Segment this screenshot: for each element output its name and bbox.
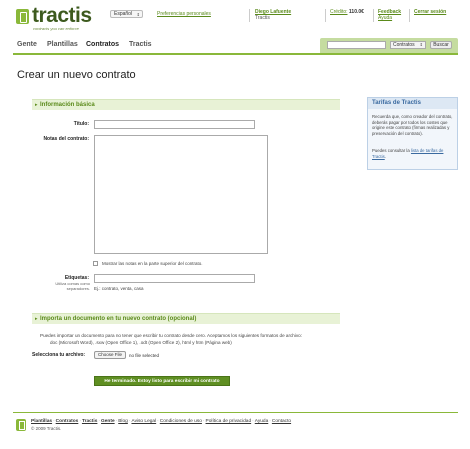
chevron-updown-icon: ⇕: [419, 42, 423, 47]
notes-textarea[interactable]: [94, 135, 268, 254]
search-input[interactable]: [327, 41, 386, 49]
import-description: Puedes importar un documento para no ten…: [40, 332, 340, 346]
search-scope-select[interactable]: Contratos ⇕: [390, 41, 426, 49]
import-section-header: ▸ Importa un documento en tu nuevo contr…: [32, 313, 340, 324]
nav-divider: [13, 53, 458, 55]
language-select[interactable]: Español ⇕: [110, 10, 143, 18]
nav-contratos[interactable]: Contratos: [86, 41, 119, 48]
footer-link-ayuda[interactable]: Ayuda: [255, 419, 269, 424]
footer-divider: [13, 412, 458, 413]
pricing-sidebar-text2: Puedes consultar la lista de tarifas de …: [372, 148, 454, 159]
title-input[interactable]: [94, 120, 255, 129]
nav-tractis[interactable]: Tractis: [129, 41, 152, 48]
footer-link-blog[interactable]: Blog: [118, 419, 128, 424]
tags-hint: Utiliza comas como separadores.: [55, 281, 90, 291]
footer-link-contacto[interactable]: Contacto: [272, 419, 291, 424]
chevron-updown-icon: ⇕: [136, 12, 140, 17]
triangle-right-icon: ▸: [35, 316, 38, 322]
pricing-text-prefix: Puedes consultar la: [372, 148, 410, 153]
choose-file-button[interactable]: Choose File: [94, 351, 126, 359]
header-divider: [409, 9, 410, 22]
logo-tagline: contracts you can enforce: [33, 26, 79, 31]
tractis-logo-icon[interactable]: [16, 419, 26, 431]
nav-gente[interactable]: Gente: [17, 41, 37, 48]
nav-plantillas[interactable]: Plantillas: [47, 41, 78, 48]
footer-link-contratos[interactable]: Contratos: [56, 419, 79, 424]
copyright: © 2009 Tractis.: [31, 426, 62, 431]
footer-link-privacidad[interactable]: Política de privacidad: [206, 419, 252, 424]
basic-info-section-header: ▸ Información básica: [32, 99, 340, 110]
preferences-link[interactable]: Preferencias personales: [157, 11, 211, 17]
show-notes-label: Mostrar las notas en la parte superior d…: [102, 261, 203, 266]
import-description-line2: doc (Microsoft Word), .sxw (Open Office …: [50, 340, 232, 345]
pricing-sidebar-text: Recuerda que, como creador del contrato,…: [372, 114, 453, 136]
credit-display: Crédito: 110.0€: [330, 9, 364, 15]
footer-link-condiciones[interactable]: Condiciones de uso: [160, 419, 202, 424]
no-file-status: no file selected: [129, 353, 160, 358]
import-description-line1: Puedes importar un documento para no ten…: [40, 333, 302, 338]
basic-info-section-title: Información básica: [40, 102, 95, 108]
logout-link[interactable]: Cerrar sesión: [414, 9, 446, 15]
logo-text[interactable]: tractis: [32, 4, 92, 28]
help-link[interactable]: Ayuda: [378, 15, 392, 21]
credit-value: 110.0€: [348, 9, 364, 15]
footer-link-gente[interactable]: Gente: [101, 419, 115, 424]
search-scope-value: Contratos: [393, 42, 415, 48]
tags-input[interactable]: [94, 274, 255, 283]
tags-example: Ej.: contrato, venta, casa: [94, 286, 144, 291]
footer-link-plantillas[interactable]: Plantillas: [31, 419, 52, 424]
import-section-title: Importa un documento en tu nuevo contrat…: [40, 316, 197, 322]
pricing-sidebar-title: Tarifas de Tractis: [372, 100, 421, 106]
footer-links: Plantillas·Contratos·Tractis·Gente·Blog·…: [31, 419, 292, 424]
submit-button[interactable]: He terminado. Estoy listo para escribir …: [94, 376, 230, 386]
show-notes-checkbox[interactable]: [93, 261, 98, 266]
triangle-right-icon: ▸: [35, 102, 38, 108]
page-title: Crear un nuevo contrato: [17, 69, 136, 81]
user-organization: Tractis: [255, 15, 270, 21]
credit-link[interactable]: Crédito:: [330, 9, 348, 15]
header-divider: [325, 9, 326, 22]
footer-link-aviso-legal[interactable]: Aviso Legal: [131, 419, 156, 424]
notes-label: Notas del contrato:: [43, 136, 89, 142]
tractis-logo-icon[interactable]: [16, 9, 29, 24]
file-label: Selecciona tu archivo:: [32, 352, 86, 358]
pricing-text-suffix: .: [384, 153, 386, 159]
footer-link-tractis[interactable]: Tractis: [82, 419, 97, 424]
header-divider: [373, 9, 374, 22]
search-button[interactable]: Buscar: [430, 41, 452, 49]
title-label: Título:: [73, 121, 89, 127]
header-divider: [249, 9, 250, 22]
language-select-value: Español: [114, 11, 133, 17]
